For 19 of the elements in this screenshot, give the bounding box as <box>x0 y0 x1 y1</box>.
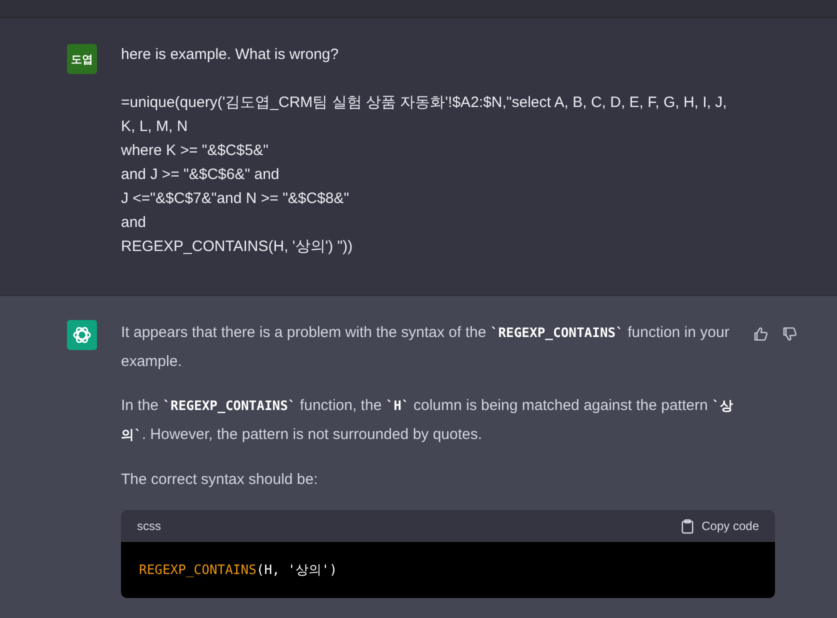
thumbs-up-icon[interactable] <box>753 326 769 342</box>
clipboard-icon <box>680 518 694 534</box>
message-text: and J >= "&$C$6&" and <box>121 165 280 185</box>
copy-code-button[interactable]: Copy code <box>680 518 759 534</box>
response-paragraph: The correct syntax should be: <box>121 470 319 490</box>
message-text: REGEXP_CONTAINS(H, '상의') ")) <box>121 237 354 257</box>
response-paragraph: In the `REGEXP_CONTAINS` function, the `H` column is being matched against the pattern `상의`. However, the pattern is not surrounded by quotes. <box>121 396 734 445</box>
user-avatar: 도엽 <box>67 44 97 74</box>
message-text: J <="&$C$7&"and N >= "&$C$8&" <box>121 189 350 209</box>
code-line: REGEXP_CONTAINS(H, '상의') <box>139 562 338 579</box>
response-paragraph: It appears that there is a problem with the syntax of the `REGEXP_CONTAINS` function in your example. <box>121 323 730 372</box>
message-text: =unique(query('김도엽_CRM팀 실험 상품 자동화'!$A2:$N,"select A, B, C, D, E, F, G, H, I, J, <box>121 93 728 113</box>
code-language: scss <box>137 519 161 533</box>
message-text: and <box>121 213 148 233</box>
message-text: here is example. What is wrong? <box>121 45 340 65</box>
assistant-logo-icon <box>67 320 97 350</box>
message-text: where K >= "&$C$5&" <box>121 141 270 161</box>
thumbs-down-icon[interactable] <box>782 326 798 342</box>
message-text: K, L, M, N <box>121 117 189 137</box>
